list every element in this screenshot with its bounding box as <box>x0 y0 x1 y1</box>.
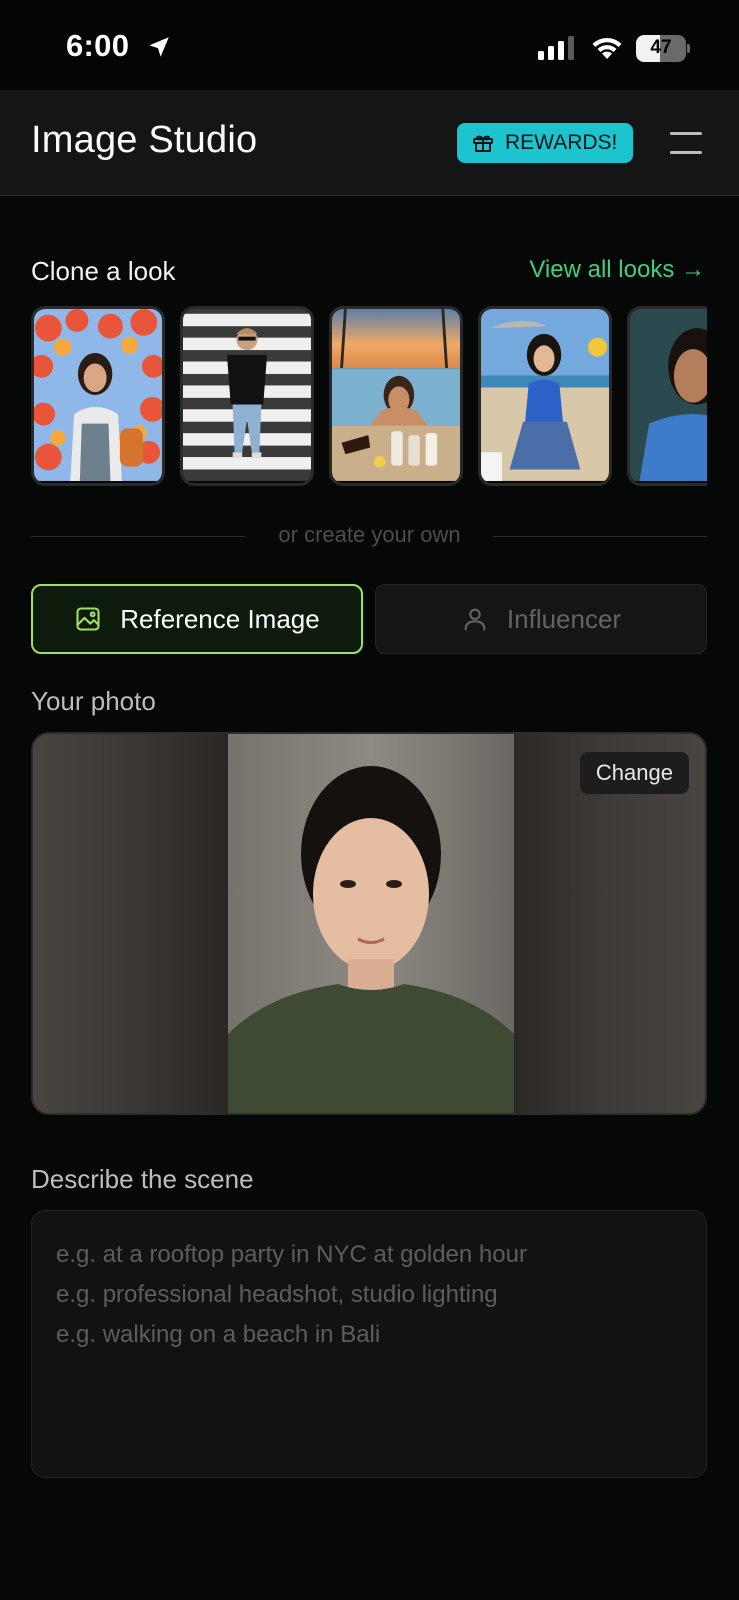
look-card[interactable] <box>329 306 463 486</box>
look-card[interactable] <box>627 306 707 486</box>
image-icon <box>76 607 100 631</box>
cellular-signal-icon <box>538 36 574 60</box>
look-card[interactable] <box>180 306 314 486</box>
menu-icon <box>670 132 702 135</box>
status-bar: 6:00 47 <box>0 0 739 90</box>
look-card[interactable] <box>31 306 165 486</box>
rewards-button[interactable]: REWARDS! <box>457 123 633 163</box>
location-arrow-icon <box>149 37 169 57</box>
look-beach-collage-image <box>332 309 460 481</box>
look-card[interactable] <box>478 306 612 486</box>
battery-indicator: 47 <box>636 35 690 62</box>
clone-look-title: Clone a look <box>31 256 176 286</box>
battery-percent: 47 <box>650 37 672 58</box>
gift-icon <box>473 135 493 152</box>
tab-influencer[interactable]: Influencer <box>375 584 707 654</box>
page-title: Image Studio <box>31 119 258 161</box>
tab-influencer-label: Influencer <box>506 603 622 634</box>
look-flowers-selfie-image <box>34 309 162 481</box>
photo-preview[interactable]: Change <box>31 732 707 1115</box>
wifi-icon <box>592 37 622 59</box>
your-photo-title: Your photo <box>31 686 156 716</box>
placeholder-line: e.g. walking on a beach in Bali <box>56 1321 381 1348</box>
app-header: Image Studio REWARDS! <box>0 90 739 196</box>
photo-blur-left <box>33 734 228 1113</box>
status-time: 6:00 <box>66 28 130 63</box>
divider-right <box>493 536 707 537</box>
placeholder-line: e.g. at a rooftop party in NYC at golden… <box>56 1241 527 1268</box>
placeholder-line: e.g. professional headshot, studio light… <box>56 1281 498 1308</box>
view-all-looks-link[interactable]: View all looks → <box>529 256 705 284</box>
scene-description-input[interactable]: e.g. at a rooftop party in NYC at golden… <box>31 1210 707 1478</box>
tab-reference-image[interactable]: Reference Image <box>31 584 363 654</box>
change-photo-button[interactable]: Change <box>579 752 689 794</box>
tab-reference-image-label: Reference Image <box>120 603 320 634</box>
portrait-photo <box>228 734 514 1113</box>
person-icon <box>464 608 486 631</box>
describe-scene-title: Describe the scene <box>31 1164 254 1194</box>
menu-button[interactable] <box>668 130 704 156</box>
look-blue-shirt-image <box>630 309 707 481</box>
divider-text: or create your own <box>278 522 461 547</box>
look-crosswalk-image <box>183 309 311 481</box>
look-beach-sitting-image <box>481 309 609 481</box>
rewards-label: REWARDS! <box>505 131 618 154</box>
looks-carousel[interactable] <box>31 306 707 488</box>
